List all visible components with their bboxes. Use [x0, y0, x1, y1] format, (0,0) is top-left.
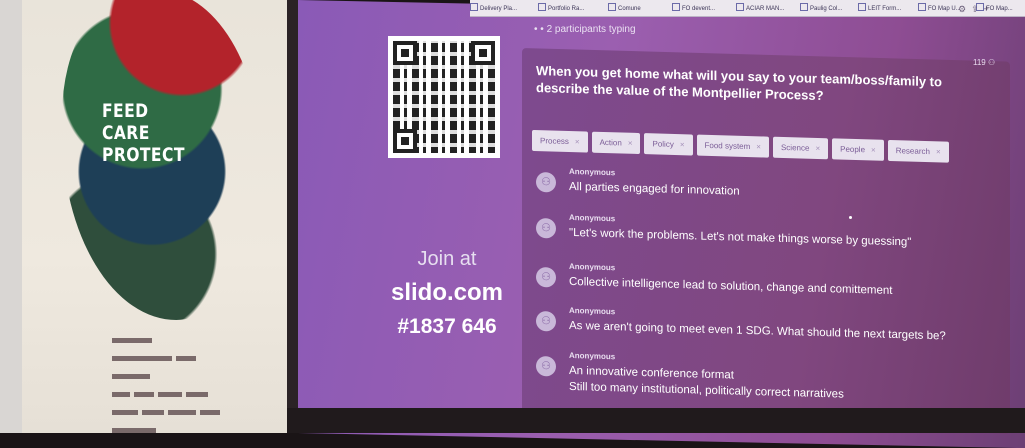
keyword-tag[interactable]: Action × — [591, 131, 641, 155]
avatar: ⚇ — [536, 311, 556, 332]
close-icon[interactable]: × — [871, 145, 876, 154]
bookmark-item[interactable]: Delivery Pla... — [470, 3, 517, 12]
tag-label: Policy — [652, 139, 674, 149]
response-author: Anonymous — [569, 305, 616, 317]
bookmark-item[interactable]: Paulig Col... — [800, 3, 842, 12]
event-poster: FEED CARE PROTECT — [22, 0, 287, 433]
tag-label: Science — [780, 142, 810, 153]
bookmark-label: LEIT Form... — [868, 6, 902, 12]
bookmark-item[interactable]: Portfolio Ra... — [538, 3, 584, 12]
close-icon[interactable]: × — [680, 140, 685, 149]
close-icon[interactable]: × — [575, 137, 580, 146]
bookmark-icon — [858, 3, 866, 11]
bookmark-label: Portfolio Ra... — [548, 6, 585, 12]
bookmark-label: Paulig Col... — [810, 6, 843, 12]
share-icon[interactable]: ⇪ — [971, 4, 984, 14]
slogan-line: PROTECT — [102, 144, 185, 166]
bookmark-label: Delivery Pla... — [480, 6, 518, 12]
typing-indicator: • • 2 participants typing — [534, 24, 636, 35]
join-instructions: Join at slido.com #1837 646 — [372, 248, 522, 339]
bookmarks-bar: Delivery Pla... Portfolio Ra... Comune F… — [470, 0, 1025, 17]
avatar: ⚇ — [536, 356, 556, 377]
close-icon[interactable]: × — [936, 147, 941, 156]
tag-label: Process — [540, 136, 569, 147]
join-label: Join at — [417, 248, 477, 270]
response-author: Anonymous — [569, 212, 616, 224]
people-icon: ⚇ — [985, 58, 996, 67]
avatar: ⚇ — [536, 172, 556, 193]
qr-finder-pattern — [393, 129, 417, 153]
response-count-value: 119 — [973, 58, 986, 67]
sponsor-logos — [112, 330, 262, 433]
bookmark-icon — [672, 3, 680, 11]
avatar: ⚇ — [536, 267, 556, 288]
slogan-line: CARE — [102, 122, 150, 144]
bookmark-item[interactable]: FO devent... — [672, 3, 715, 12]
screen-bottom-bezel — [287, 408, 1025, 433]
bookmark-item[interactable]: LEIT Form... — [858, 3, 901, 12]
join-site: slido.com — [390, 279, 504, 306]
tag-label: People — [840, 144, 866, 155]
browser-toolbar-icons: ⚙⇪+ — [958, 4, 994, 15]
add-icon[interactable]: + — [984, 4, 994, 14]
tag-label: Food system — [704, 140, 751, 152]
bookmark-item[interactable]: ACIAR MAN... — [736, 3, 784, 12]
bookmark-icon — [736, 3, 744, 11]
qr-finder-pattern — [471, 41, 495, 65]
slogan-line: FEED — [102, 100, 149, 122]
typing-dots-icon: • • — [534, 24, 547, 35]
response-author: Anonymous — [569, 350, 616, 362]
close-icon[interactable]: × — [815, 144, 820, 153]
bookmark-label: FO Map U... — [928, 6, 961, 12]
response-count: 119 ⚇ — [973, 58, 995, 67]
bookmark-label: ACIAR MAN... — [746, 6, 785, 12]
tag-label: Action — [599, 137, 622, 148]
typing-status: 2 participants typing — [546, 24, 636, 35]
tag-label: Research — [895, 146, 930, 157]
bookmark-label: FO devent... — [682, 6, 716, 12]
keyword-tag[interactable]: Process × — [532, 130, 588, 153]
bookmark-item[interactable]: FO Map U... — [918, 3, 961, 12]
keyword-tag[interactable]: Policy × — [644, 133, 693, 156]
close-icon[interactable]: × — [756, 142, 761, 151]
settings-icon[interactable]: ⚙ — [958, 4, 971, 14]
keyword-tag[interactable]: Research × — [887, 139, 949, 163]
event-code: #1837 646 — [397, 315, 497, 338]
response-author: Anonymous — [569, 166, 616, 178]
light-spot — [849, 216, 852, 219]
keyword-tag[interactable]: Science × — [772, 136, 829, 160]
bookmark-item[interactable]: Comune — [608, 3, 641, 12]
qr-finder-pattern — [393, 41, 417, 65]
bookmark-label: Comune — [618, 6, 641, 12]
poster-slogan: FEED CARE PROTECT — [102, 100, 185, 166]
bookmark-icon — [538, 3, 546, 11]
qr-code — [388, 36, 500, 158]
keyword-tag[interactable]: Food system × — [696, 134, 769, 158]
keyword-tag[interactable]: People × — [832, 138, 884, 161]
bookmark-icon — [608, 3, 616, 11]
response-author: Anonymous — [569, 261, 616, 273]
bookmark-icon — [470, 3, 478, 11]
bookmark-icon — [918, 3, 926, 11]
bookmark-icon — [800, 3, 808, 11]
close-icon[interactable]: × — [628, 139, 633, 148]
avatar: ⚇ — [536, 218, 556, 239]
